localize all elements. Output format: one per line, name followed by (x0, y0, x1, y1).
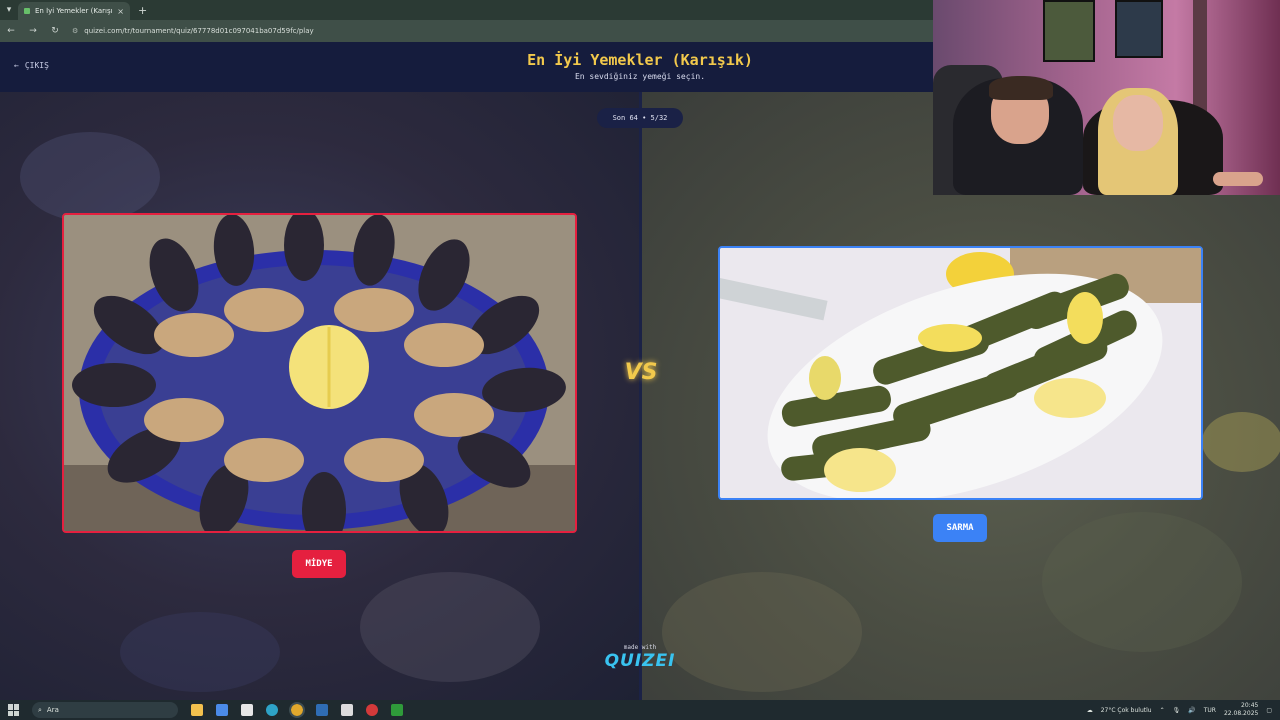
new-tab-button[interactable]: + (138, 4, 147, 17)
obs-icon[interactable] (366, 704, 378, 716)
site-info-icon[interactable]: ⚙ (72, 27, 78, 35)
right-choice-image[interactable] (718, 246, 1203, 500)
weather-text[interactable]: 27°C Çok bulutlu (1101, 707, 1152, 714)
edge-icon[interactable] (266, 704, 278, 716)
versus-lightning-icon: VS (624, 359, 658, 385)
search-placeholder: Ara (46, 706, 59, 714)
center-divider (639, 92, 642, 700)
blur-decor (662, 572, 862, 692)
pointing-hand (1213, 172, 1263, 186)
wall-painting (1115, 0, 1163, 58)
sarma-plate-image (720, 248, 1201, 498)
notifications-icon[interactable]: ▢ (1266, 707, 1272, 714)
steam-icon[interactable] (316, 704, 328, 716)
taskbar-search-box[interactable]: ⌕ Ara (32, 702, 178, 718)
clock-date: 22.08.2025 (1223, 710, 1259, 717)
reload-icon[interactable]: ↻ (50, 26, 60, 36)
file-explorer-icon[interactable] (191, 704, 203, 716)
browser-tab-active[interactable]: En İyi Yemekler (Karışık) - Quize... × (18, 2, 130, 20)
tab-title: En İyi Yemekler (Karışık) - Quize... (35, 7, 112, 15)
blur-decor (360, 572, 540, 682)
blur-decor (20, 132, 160, 222)
left-choice-button[interactable]: MİDYE (292, 550, 346, 578)
search-icon: ⌕ (38, 705, 42, 714)
tray-chevron-icon[interactable]: ⌃ (1160, 707, 1165, 714)
made-with-branding[interactable]: made with QUIZEI (604, 644, 676, 671)
blur-decor (1042, 512, 1242, 652)
person-right-face (1113, 95, 1163, 151)
webcam-overlay (933, 0, 1280, 195)
start-windows-icon[interactable] (8, 704, 20, 716)
store-icon[interactable] (241, 704, 253, 716)
chrome-icon[interactable] (289, 702, 305, 718)
back-arrow-icon[interactable]: ← (6, 26, 16, 36)
tab-list-chevron-icon[interactable]: ▾ (0, 2, 18, 18)
blur-decor (1202, 412, 1280, 472)
forward-arrow-icon[interactable]: → (28, 26, 38, 36)
system-tray: ☁ 27°C Çok bulutlu ⌃ 🎙 🔊 TUR 20:45 22.08… (1087, 700, 1272, 720)
address-bar[interactable]: ⚙ quizei.com/tr/tournament/quiz/67778d01… (72, 23, 314, 39)
copilot-icon[interactable] (216, 704, 228, 716)
speaker-icon[interactable]: 🔊 (1188, 707, 1195, 714)
clock[interactable]: 20:45 22.08.2025 (1224, 702, 1258, 718)
quizei-logo: QUIZEI (604, 651, 676, 671)
left-choice-image[interactable] (62, 213, 577, 533)
site-favicon-icon (24, 8, 30, 14)
windows-taskbar: ⌕ Ara ☁ 27°C Çok bulutlu ⌃ 🎙 🔊 TUR 20:45… (0, 700, 1280, 720)
made-with-text: made with (623, 644, 657, 651)
wall-painting (1043, 0, 1095, 62)
tab-close-icon[interactable]: × (117, 7, 124, 16)
round-indicator: Son 64 • 5/32 (597, 108, 683, 128)
weather-icon[interactable]: ☁ (1087, 707, 1093, 714)
capcut-icon[interactable] (341, 704, 353, 716)
mussels-plate-image (64, 215, 575, 531)
clock-time: 20:45 (1241, 702, 1259, 709)
person-left-hair (989, 76, 1053, 100)
xbox-icon[interactable] (391, 704, 403, 716)
screen: ▾ En İyi Yemekler (Karışık) - Quize... ×… (0, 0, 1280, 720)
microphone-icon[interactable]: 🎙 (1173, 707, 1181, 714)
language-indicator[interactable]: TUR (1204, 707, 1216, 714)
right-choice-button[interactable]: SARMA (933, 514, 987, 542)
blur-decor (120, 612, 280, 692)
url-text: quizei.com/tr/tournament/quiz/67778d01c0… (84, 27, 314, 35)
